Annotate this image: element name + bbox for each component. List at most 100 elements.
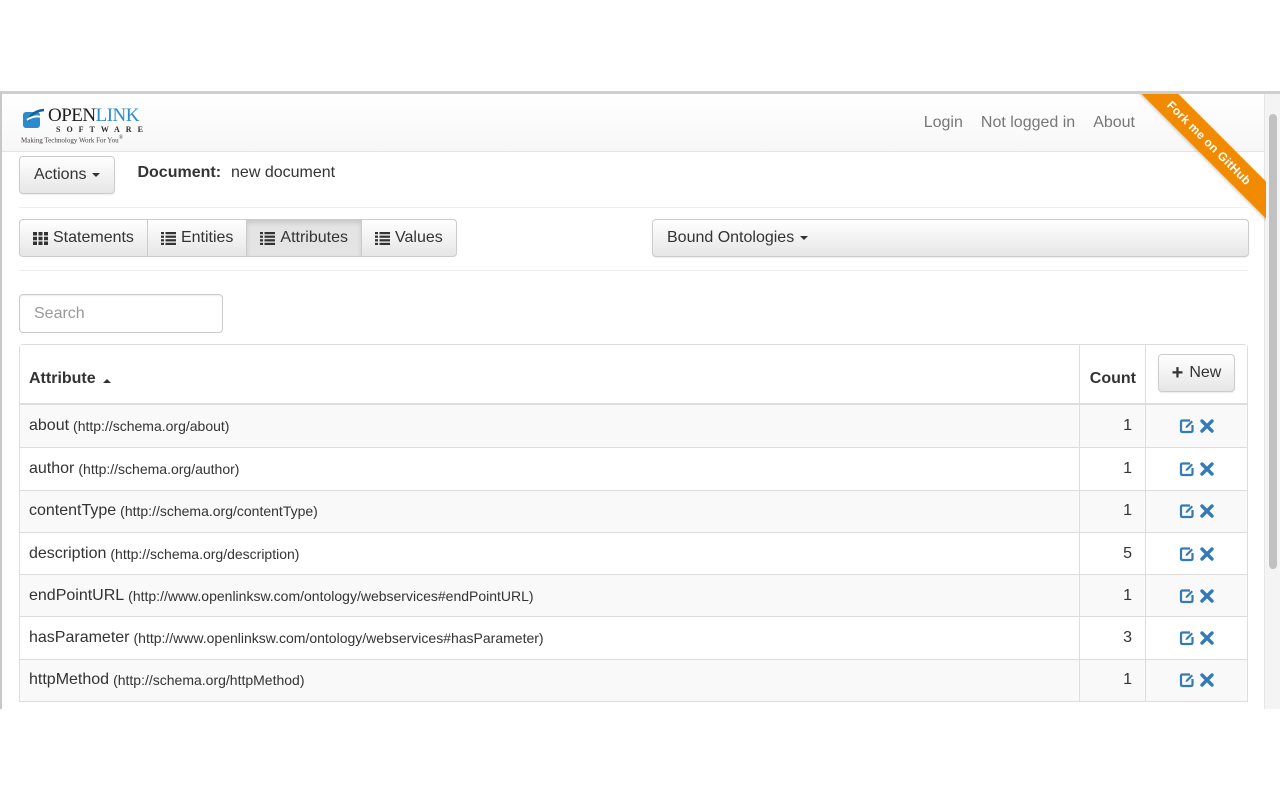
caret-down-icon [800,236,809,240]
grid-icon [33,231,48,245]
bound-ontologies-dropdown[interactable]: Bound Ontologies [652,219,1249,257]
divider [19,270,1248,271]
tab-label: Statements [53,229,134,246]
count-cell: 3 [1080,617,1146,659]
attribute-count: 1 [1123,459,1132,477]
document-name: new document [231,164,336,181]
actions-cell [1146,575,1247,616]
column-header-attribute[interactable]: Attribute [20,345,1080,403]
edit-icon[interactable] [1179,546,1195,562]
attribute-name: hasParameter [29,629,130,647]
delete-icon[interactable] [1199,588,1215,604]
search-input[interactable] [19,294,223,333]
attribute-name: about [29,417,70,435]
attribute-name: contentType [29,502,117,520]
table-row[interactable]: httpMethod (http://schema.org/httpMethod… [20,658,1247,702]
edit-icon[interactable] [1179,418,1195,434]
count-cell: 5 [1080,532,1146,575]
fork-on-github-link[interactable]: Fork me on GitHub [1136,94,1266,220]
tab-entities[interactable]: Entities [146,219,248,257]
actions-cell [1146,533,1247,574]
edit-icon[interactable] [1179,588,1195,604]
tab-attributes[interactable]: Attributes [246,219,362,257]
count-cell: 1 [1080,405,1146,448]
nav-login-status[interactable]: Not logged in [972,114,1084,132]
plus-icon: + [1171,361,1184,384]
divider [19,207,1248,208]
actions-dropdown-button[interactable]: Actions [19,156,116,194]
actions-cell [1146,660,1247,701]
attribute-cell: httpMethod (http://schema.org/httpMethod… [20,659,1080,702]
table-row[interactable]: hasParameter (http://www.openlinksw.com/… [20,616,1247,659]
delete-icon[interactable] [1199,418,1215,434]
count-cell: 1 [1080,659,1146,702]
new-attribute-button[interactable]: + New [1157,353,1236,392]
delete-icon[interactable] [1199,546,1215,562]
table-row[interactable]: endPointURL (http://www.openlinksw.com/o… [20,574,1247,617]
document-label: Document: [137,164,222,181]
attribute-cell: endPointURL (http://www.openlinksw.com/o… [20,575,1080,617]
attribute-count: 1 [1123,671,1132,689]
column-header-label: Count [1089,370,1136,387]
table-row[interactable]: about (http://schema.org/about) 1 [20,405,1247,448]
logo-tagline: Making Technology Work For You® [21,135,124,145]
openlink-logo[interactable]: OPENLINK SOFTWARE Making Technology Work… [20,103,143,145]
logo-mark-icon [23,108,45,128]
attribute-cell: contentType (http://schema.org/contentTy… [20,490,1080,532]
table-row[interactable]: author (http://schema.org/author) 1 [20,447,1247,490]
list-icon [375,231,390,245]
column-header-count[interactable]: Count [1080,345,1146,403]
attribute-uri: (http://schema.org/about) [73,418,230,435]
attribute-cell: description (http://schema.org/descripti… [20,532,1080,575]
actions-cell [1146,617,1247,658]
delete-icon[interactable] [1199,672,1215,688]
column-header-actions: + New [1146,345,1247,403]
actions-cell [1146,491,1247,532]
count-cell: 1 [1080,448,1146,490]
attribute-name: endPointURL [29,586,125,604]
browser-viewport: OPENLINK SOFTWARE Making Technology Work… [0,91,1280,709]
vertical-scrollbar[interactable] [1264,94,1280,709]
actions-cell [1146,448,1247,489]
delete-icon[interactable] [1199,461,1215,477]
column-header-label: Attribute [29,370,96,387]
list-icon [160,231,176,245]
bound-ontologies-label: Bound Ontologies [667,229,795,246]
attribute-count: 3 [1123,629,1132,647]
attribute-count: 5 [1123,544,1132,562]
new-button-label: New [1189,363,1222,381]
tab-label: Values [395,229,443,246]
tab-label: Entities [180,229,234,246]
tab-values[interactable]: Values [361,219,457,257]
scrollbar-thumb[interactable] [1269,114,1277,569]
navbar: OPENLINK SOFTWARE Making Technology Work… [2,94,1266,220]
attribute-uri: (http://schema.org/description) [110,545,300,562]
actions-cell [1146,405,1247,447]
table-row[interactable]: contentType (http://schema.org/contentTy… [20,489,1247,532]
edit-icon[interactable] [1179,461,1195,477]
attribute-cell: author (http://schema.org/author) [20,448,1080,490]
attribute-count: 1 [1123,417,1132,435]
sort-ascending-icon [102,379,111,383]
delete-icon[interactable] [1199,503,1215,519]
table-header: Attribute Count + New [20,345,1247,405]
attribute-uri: (http://schema.org/httpMethod) [113,672,305,689]
logo-subtitle: SOFTWARE [56,125,149,134]
tab-statements[interactable]: Statements [19,219,148,257]
attribute-name: description [29,544,107,562]
attribute-cell: about (http://schema.org/about) [20,405,1080,448]
table-row[interactable]: description (http://schema.org/descripti… [20,531,1247,575]
actions-label: Actions [34,166,87,183]
view-tabs: Statements Entities Attributes Values [19,219,457,257]
logo-brand: OPENLINK [48,105,140,126]
edit-icon[interactable] [1179,630,1195,646]
github-ribbon: Fork me on GitHub [1136,94,1266,224]
nav-login-link[interactable]: Login [915,114,972,132]
attribute-count: 1 [1123,502,1132,520]
tab-label: Attributes [280,229,348,246]
edit-icon[interactable] [1179,672,1195,688]
delete-icon[interactable] [1199,630,1215,646]
edit-icon[interactable] [1179,503,1195,519]
attribute-count: 1 [1123,586,1132,604]
caret-down-icon [92,173,101,177]
